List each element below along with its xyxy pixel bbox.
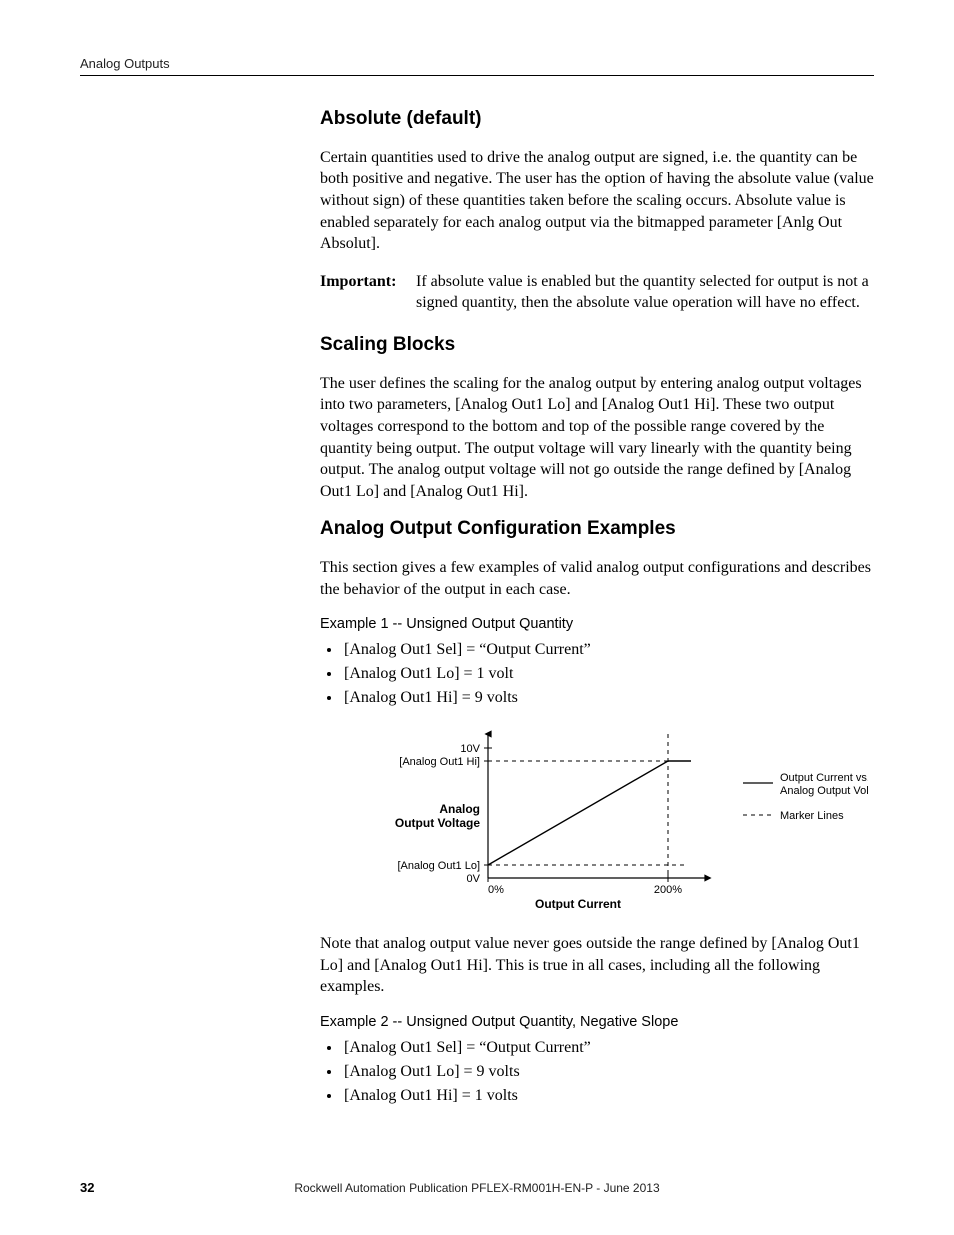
legend-1b: Analog Output Voltage [780,785,868,797]
list-item: [Analog Out1 Lo] = 9 volts [342,1060,875,1084]
legend-1a: Output Current vs. [780,772,868,784]
chart-example1: 10V [Analog Out1 Hi] [Analog Out1 Lo] 0V… [348,718,875,915]
example1-list: [Analog Out1 Sel] = “Output Current” [An… [320,638,875,710]
para-examples: This section gives a few examples of val… [320,557,875,600]
heading-scaling: Scaling Blocks [320,334,875,357]
ytick-10v: 10V [460,743,480,755]
footer-pub: Rockwell Automation Publication PFLEX-RM… [80,1181,874,1195]
ytick-hi: [Analog Out1 Hi] [399,756,480,768]
example2-list: [Analog Out1 Sel] = “Output Current” [An… [320,1036,875,1108]
list-item: [Analog Out1 Hi] = 9 volts [342,686,875,710]
ylabel-1: Analog [439,802,480,816]
example2-title: Example 2 -- Unsigned Output Quantity, N… [320,1014,875,1030]
legend-2: Marker Lines [780,810,844,822]
ytick-0v: 0V [467,873,481,885]
ytick-lo: [Analog Out1 Lo] [397,860,480,872]
list-item: [Analog Out1 Hi] = 1 volts [342,1084,875,1108]
heading-examples: Analog Output Configuration Examples [320,518,875,541]
para-scaling: The user defines the scaling for the ana… [320,373,875,503]
list-item: [Analog Out1 Sel] = “Output Current” [342,638,875,662]
important-text: If absolute value is enabled but the qua… [416,271,875,314]
list-item: [Analog Out1 Lo] = 1 volt [342,662,875,686]
para-absolute: Certain quantities used to drive the ana… [320,147,875,255]
xlabel: Output Current [535,897,621,910]
important-block: Important: If absolute value is enabled … [320,271,875,314]
heading-absolute: Absolute (default) [320,108,875,131]
xtick-200: 200% [654,884,682,896]
xtick-0: 0% [488,884,504,896]
important-label: Important: [320,271,416,314]
page-content: Absolute (default) Certain quantities us… [320,108,875,1116]
header-title: Analog Outputs [80,56,170,71]
example1-title: Example 1 -- Unsigned Output Quantity [320,616,875,632]
ylabel-2: Output Voltage [395,816,480,830]
running-header: Analog Outputs [80,56,874,76]
list-item: [Analog Out1 Sel] = “Output Current” [342,1036,875,1060]
para-note: Note that analog output value never goes… [320,933,875,998]
